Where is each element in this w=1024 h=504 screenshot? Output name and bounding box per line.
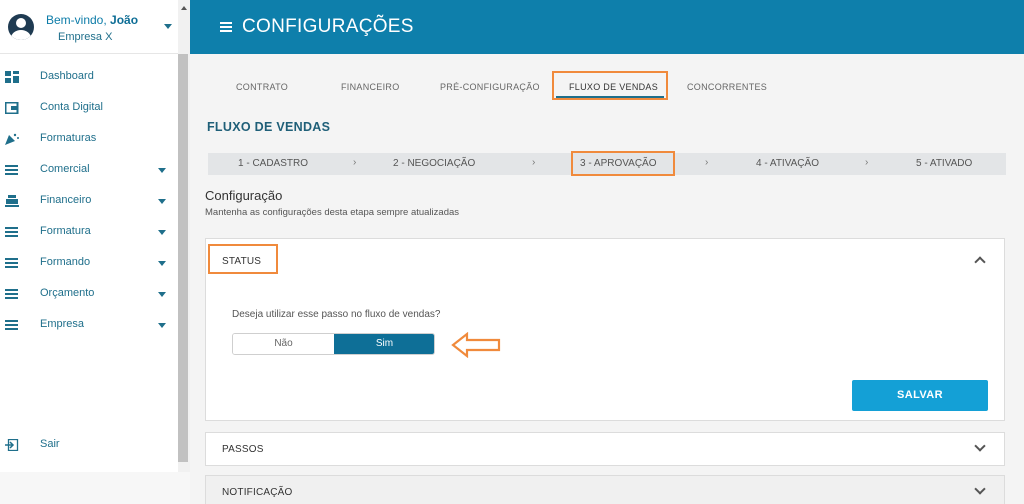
step-ativado[interactable]: 5 - ATIVADO — [916, 158, 972, 169]
sidebar-item-label: Conta Digital — [40, 101, 103, 113]
tab-bar: CONTRATO FINANCEIRO PRÉ-CONFIGURAÇÃO FLU… — [190, 54, 1024, 102]
save-button[interactable]: SALVAR — [852, 380, 988, 411]
chevron-down-icon — [158, 261, 166, 266]
sidebar-item-label: Formaturas — [40, 132, 97, 144]
user-name: João — [110, 13, 139, 27]
sidebar-item-formatura[interactable]: Formatura — [0, 218, 178, 246]
company-name: Empresa X — [58, 31, 113, 43]
step-separator: › — [865, 157, 869, 168]
chevron-up-icon[interactable] — [974, 256, 986, 268]
sidebar: Bem-vindo, João Empresa X Dashboard Cont… — [0, 0, 190, 472]
chevron-down-icon — [158, 292, 166, 297]
sidebar-item-conta-digital[interactable]: Conta Digital — [0, 94, 178, 122]
sidebar-item-orcamento[interactable]: Orçamento — [0, 280, 178, 308]
register-icon — [5, 195, 19, 207]
dashboard-icon — [5, 71, 19, 83]
avatar-icon — [8, 14, 34, 40]
yes-no-toggle[interactable]: Não Sim — [232, 333, 435, 355]
page-title: CONFIGURAÇÕES — [242, 16, 414, 37]
wallet-icon — [5, 102, 19, 114]
app-root: Bem-vindo, João Empresa X Dashboard Cont… — [0, 0, 1024, 504]
scrollbar-thumb[interactable] — [178, 54, 188, 462]
tab-contrato[interactable]: CONTRATO — [236, 82, 288, 92]
highlight-box — [208, 244, 278, 274]
tab-pre-configuracao[interactable]: PRÉ-CONFIGURAÇÃO — [440, 82, 540, 92]
sidebar-scrollbar[interactable] — [178, 0, 190, 472]
user-menu[interactable]: Bem-vindo, João Empresa X — [0, 0, 178, 54]
config-title: Configuração — [205, 188, 283, 203]
top-header: CONFIGURAÇÕES — [190, 0, 1024, 54]
scroll-up-icon[interactable] — [181, 6, 187, 10]
chevron-down-icon[interactable] — [164, 24, 172, 29]
sidebar-item-formaturas[interactable]: Formaturas — [0, 125, 178, 153]
sidebar-item-label: Formatura — [40, 225, 91, 237]
sidebar-item-label: Comercial — [40, 163, 90, 175]
panel-title-notificacao: NOTIFICAÇÃO — [222, 487, 293, 498]
step-separator: › — [705, 157, 709, 168]
arrow-left-icon — [451, 332, 501, 358]
chevron-down-icon — [158, 323, 166, 328]
chevron-down-icon[interactable] — [974, 440, 986, 452]
tab-financeiro[interactable]: FINANCEIRO — [341, 82, 400, 92]
menu-icon — [5, 164, 19, 176]
sidebar-item-label: Empresa — [40, 318, 85, 330]
sidebar-item-label: Formando — [40, 256, 91, 268]
sidebar-item-comercial[interactable]: Comercial — [0, 156, 178, 184]
chevron-down-icon[interactable] — [974, 483, 986, 495]
menu-icon — [5, 257, 19, 269]
step-separator: › — [353, 157, 357, 168]
panel-title-passos: PASSOS — [222, 444, 264, 455]
step-separator: › — [532, 157, 536, 168]
sidebar-item-empresa[interactable]: Empresa — [0, 311, 178, 339]
sidebar-item-label: Dashboard — [40, 70, 94, 82]
menu-icon — [5, 226, 19, 238]
welcome-text: Bem-vindo, João — [46, 13, 138, 27]
greeting-label: Bem-vindo, — [46, 13, 107, 27]
section-title: FLUXO DE VENDAS — [207, 120, 331, 134]
step-ativacao[interactable]: 4 - ATIVAÇÃO — [756, 158, 819, 169]
chevron-down-icon — [158, 168, 166, 173]
sidebar-item-label: Financeiro — [40, 194, 92, 206]
toggle-option-no[interactable]: Não — [233, 334, 334, 354]
sidebar-item-dashboard[interactable]: Dashboard — [0, 63, 178, 91]
step-usage-question: Deseja utilizar esse passo no fluxo de v… — [232, 309, 441, 320]
party-icon — [5, 133, 19, 145]
sidebar-item-label: Sair — [40, 438, 60, 450]
sidebar-item-label: Orçamento — [40, 287, 95, 299]
hamburger-menu-icon[interactable] — [220, 22, 232, 32]
passos-panel[interactable]: PASSOS — [205, 432, 1005, 466]
toggle-option-yes[interactable]: Sim — [334, 334, 434, 354]
sidebar-footer — [0, 472, 190, 504]
menu-icon — [5, 288, 19, 300]
step-cadastro[interactable]: 1 - CADASTRO — [238, 158, 308, 169]
sidebar-item-logout[interactable]: Sair — [0, 431, 178, 459]
step-negociacao[interactable]: 2 - NEGOCIAÇÃO — [393, 158, 475, 169]
notificacao-panel[interactable]: NOTIFICAÇÃO — [205, 475, 1005, 504]
highlight-box — [571, 151, 675, 176]
sidebar-item-financeiro[interactable]: Financeiro — [0, 187, 178, 215]
menu-icon — [5, 319, 19, 331]
config-subtitle: Mantenha as configurações desta etapa se… — [205, 207, 460, 218]
tab-concorrentes[interactable]: CONCORRENTES — [687, 82, 767, 92]
highlight-box — [552, 71, 668, 100]
main-content: CONTRATO FINANCEIRO PRÉ-CONFIGURAÇÃO FLU… — [190, 54, 1024, 504]
logout-icon — [5, 439, 19, 451]
chevron-down-icon — [158, 230, 166, 235]
sidebar-item-formando[interactable]: Formando — [0, 249, 178, 277]
chevron-down-icon — [158, 199, 166, 204]
